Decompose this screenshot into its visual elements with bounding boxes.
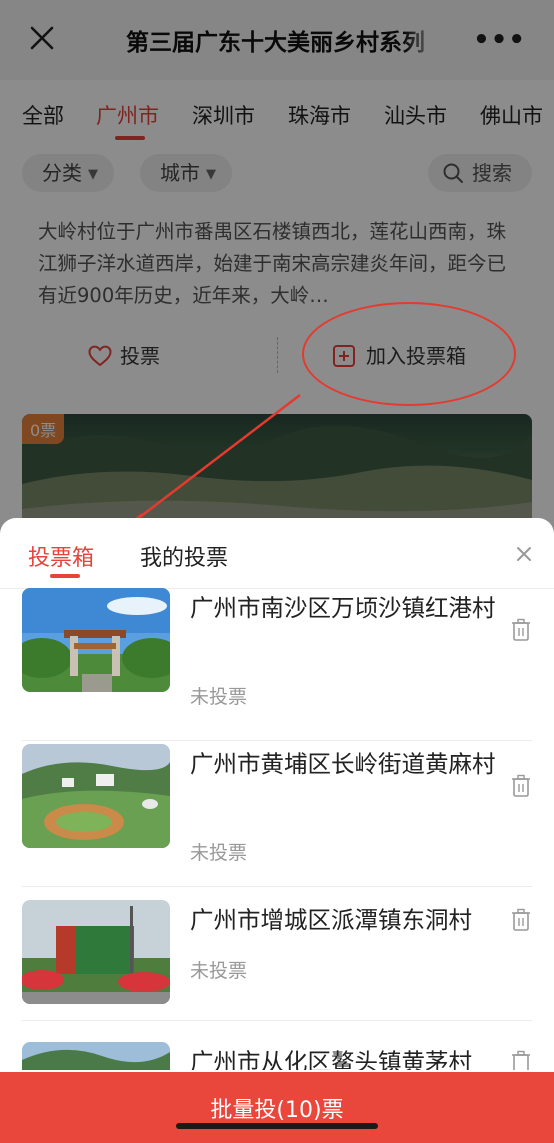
list-divider — [22, 886, 532, 887]
village-thumbnail — [22, 588, 170, 692]
home-indicator — [176, 1123, 378, 1129]
list-divider — [22, 1020, 532, 1021]
village-garden-photo — [22, 744, 170, 848]
trash-icon[interactable] — [510, 908, 532, 932]
village-thumbnail — [22, 900, 170, 1004]
vote-status: 未投票 — [190, 960, 248, 982]
village-name: 广州市南沙区万顷沙镇红港村 — [190, 594, 496, 622]
village-thumbnail — [22, 1042, 170, 1070]
trash-icon[interactable] — [510, 774, 532, 798]
annotation-ellipse — [302, 302, 516, 406]
list-divider — [22, 740, 532, 741]
village-name: 广州市增城区派潭镇东洞村 — [190, 906, 472, 934]
village-sign-photo — [22, 900, 170, 1004]
ballot-sheet: 投票箱 我的投票 广州市南沙区万顷沙镇红港村 未投票 广州市黄埔区长岭街道黄麻村… — [0, 518, 554, 1143]
vote-status: 未投票 — [190, 842, 248, 864]
trash-icon[interactable] — [510, 1050, 532, 1070]
batch-vote-label: 批量投(10)票 — [210, 1098, 344, 1123]
batch-vote-button[interactable]: 批量投(10)票 — [0, 1072, 554, 1143]
tab-ballot-box[interactable]: 投票箱 — [28, 540, 94, 572]
village-thumbnail — [22, 744, 170, 848]
ballot-list: 广州市南沙区万顷沙镇红港村 未投票 广州市黄埔区长岭街道黄麻村 未投票 广州市增… — [0, 588, 554, 1070]
trash-icon[interactable] — [510, 618, 532, 642]
vote-status: 未投票 — [190, 686, 248, 708]
village-hills-photo — [22, 1042, 170, 1070]
village-name: 广州市从化区鳌头镇黄茅村 — [190, 1048, 472, 1070]
sheet-tab-indicator — [50, 574, 80, 578]
village-gate-photo — [22, 588, 170, 692]
close-icon[interactable] — [514, 544, 534, 564]
village-name: 广州市黄埔区长岭街道黄麻村 — [190, 750, 496, 778]
tab-my-votes[interactable]: 我的投票 — [140, 540, 228, 572]
